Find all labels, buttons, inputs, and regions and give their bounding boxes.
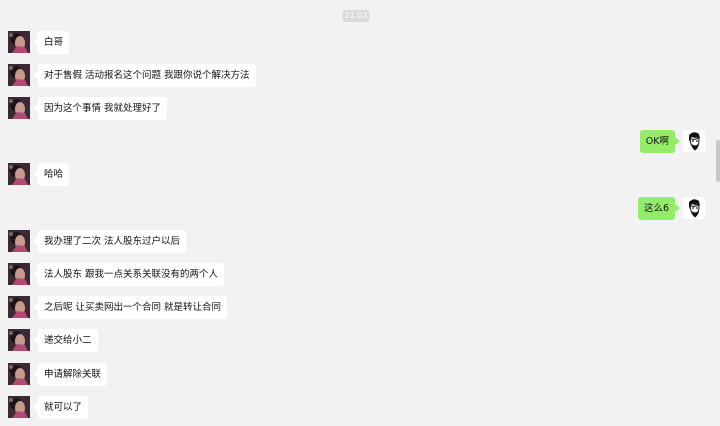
message-bubble[interactable]: 法人股东 跟我一点关系关联没有的两个人 (32, 263, 225, 286)
message-bubble[interactable]: 递交给小二 (33, 329, 98, 352)
contact-avatar-icon[interactable] (8, 263, 30, 285)
contact-avatar-icon[interactable] (8, 97, 30, 119)
message-bubble[interactable]: OK啊 (639, 130, 681, 153)
message-bubble[interactable]: 白哥 (32, 31, 70, 54)
contact-avatar-icon[interactable] (8, 64, 30, 86)
contact-avatar-icon[interactable] (8, 230, 30, 252)
message-bubble[interactable]: 之后呢 让买卖网出一个合同 就是转让合同 (32, 296, 228, 319)
message-bubble[interactable]: 就可以了 (32, 396, 89, 419)
contact-avatar-icon[interactable] (8, 363, 30, 385)
contact-avatar-icon[interactable] (8, 396, 30, 418)
message-bubble[interactable]: 哈哈 (32, 163, 70, 186)
contact-avatar-icon[interactable] (8, 31, 30, 53)
timestamp: 21:03 (343, 10, 369, 22)
contact-avatar-icon[interactable] (8, 163, 30, 185)
message-bubble[interactable]: 因为这个事情 我就处理好了 (32, 97, 168, 120)
self-avatar-icon[interactable] (683, 197, 705, 219)
message-bubble[interactable]: 申请解除关联 (32, 363, 108, 386)
contact-avatar-icon[interactable] (8, 296, 30, 318)
contact-avatar-icon[interactable] (8, 329, 30, 351)
message-bubble[interactable]: 我办理了二次 法人股东过户以后 (32, 230, 187, 253)
message-bubble[interactable]: 对于售假 活动报名这个问题 我跟你说个解决方法 (33, 64, 256, 87)
self-avatar-icon[interactable] (683, 130, 705, 152)
scrollbar[interactable] (716, 140, 720, 182)
message-bubble[interactable]: 这么6 (637, 197, 681, 220)
chat-window: 21:03 白哥 对于售假 活动报名这个问题 我跟你说个解决方法 因为这个事情 … (0, 0, 720, 426)
